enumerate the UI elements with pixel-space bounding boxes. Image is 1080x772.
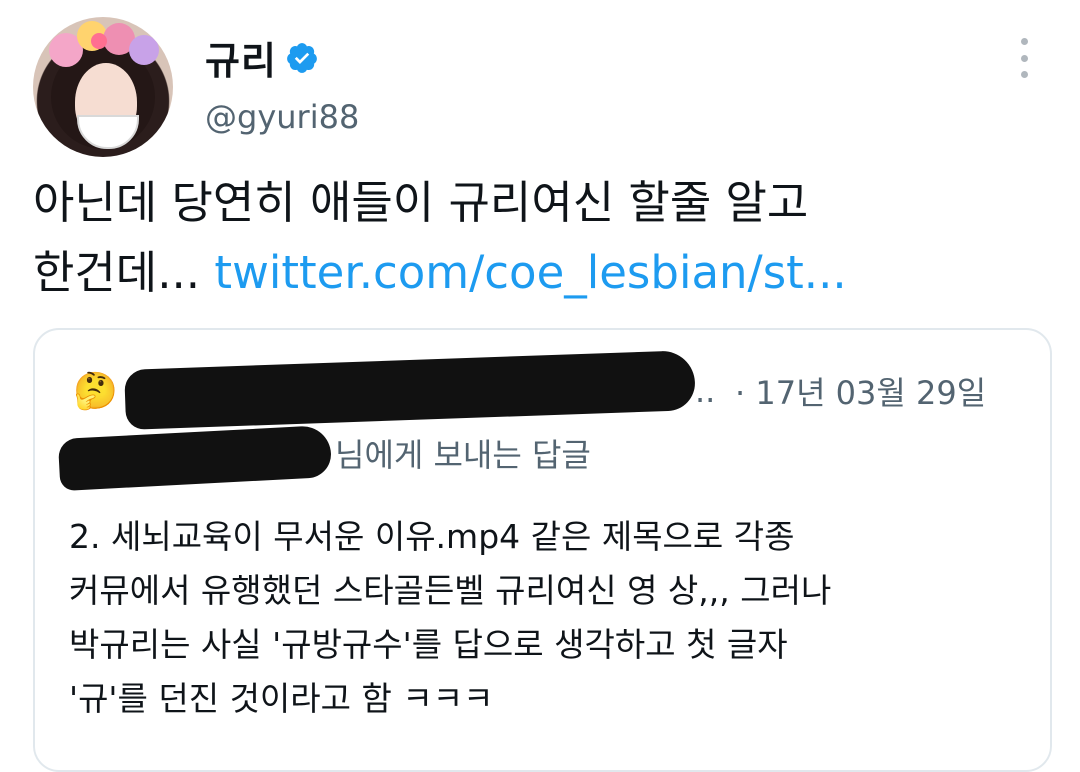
redacted-name-scribble (124, 350, 696, 430)
quoted-body-line: 커뮤에서 유행했던 스타골든벨 규리여신 영 상,,, 그러나 (69, 571, 832, 610)
quoted-author-avatar[interactable]: 🤔 (73, 370, 118, 412)
tweet-link[interactable]: twitter.com/coe_lesbian/st... (214, 246, 846, 299)
redacted-reply-target-scribble (57, 424, 333, 492)
verified-badge-icon (285, 41, 319, 75)
more-options-icon[interactable] (1012, 38, 1036, 78)
quoted-body-line: 2. 세뇌교육이 무서운 이유.mp4 같은 제목으로 각종 (69, 517, 795, 556)
quoted-tweet-body: 2. 세뇌교육이 무서운 이유.mp4 같은 제목으로 각종 커뮤에서 유행했던… (69, 510, 1029, 726)
tweet-text-prefix: 한건데... (33, 246, 215, 299)
author-name-row: 규리 (205, 30, 319, 85)
tweet-text-line-1: 아닌데 당연히 애들이 규리여신 할줄 알고 (33, 176, 809, 229)
tweet-text: 아닌데 당연히 애들이 규리여신 할줄 알고 한건데... twitter.co… (33, 168, 1053, 308)
quoted-author-name-ellipsis: .. (695, 372, 716, 410)
quoted-body-line: '규'를 던진 것이라고 함 ㅋㅋㅋ (69, 679, 494, 718)
author-display-name[interactable]: 규리 (205, 30, 277, 85)
quoted-body-line: 박규리는 사실 '규방규수'를 답으로 생각하고 첫 글자 (69, 625, 788, 664)
quoted-tweet-card[interactable]: 🤔 .. · 17년 03월 29일 님에게 보내는 답글 2. 세뇌교육이 무… (33, 328, 1052, 772)
author-handle[interactable]: @gyuri88 (205, 98, 359, 136)
quoted-tweet-date[interactable]: · 17년 03월 29일 (735, 368, 986, 414)
tweet-text-line-2: 한건데... twitter.com/coe_lesbian/st... (33, 238, 1053, 308)
replying-to-label: 님에게 보내는 답글 (335, 436, 591, 474)
tweet-author-avatar[interactable] (33, 17, 173, 157)
